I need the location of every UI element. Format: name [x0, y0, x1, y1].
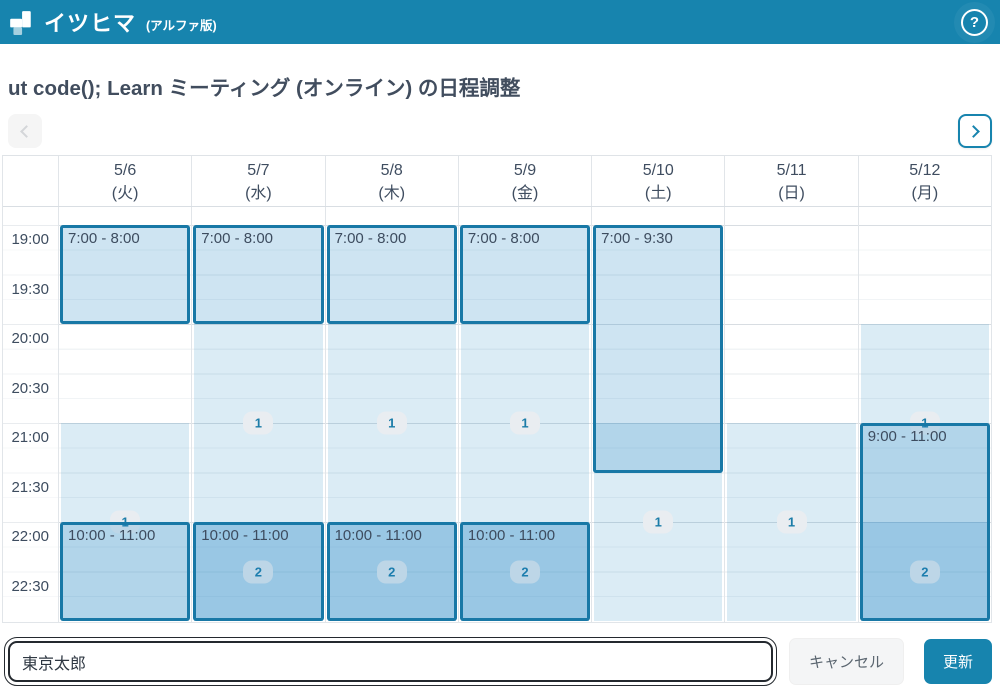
selected-time-block[interactable]: 10:00 - 11:00 — [460, 522, 590, 621]
time-label: 19:30 — [11, 278, 49, 302]
day-date: 5/11 — [725, 159, 857, 182]
day-column[interactable]: 127:00 - 8:0010:00 - 11:00 — [458, 207, 591, 622]
schedule-grid: 5/6(火)5/7(水)5/8(木)5/9(金)5/10(土)5/11(日)5/… — [2, 155, 992, 623]
day-weekday: (木) — [326, 182, 458, 205]
time-block-label: 7:00 - 8:00 — [330, 228, 454, 249]
cancel-button[interactable]: キャンセル — [789, 638, 904, 685]
time-block-label: 7:00 - 8:00 — [463, 228, 587, 249]
time-block-label: 10:00 - 11:00 — [63, 525, 187, 546]
selected-time-block[interactable]: 7:00 - 9:30 — [593, 225, 723, 473]
app-name: イツヒマ — [44, 6, 136, 38]
day-header: 5/6(火) — [58, 156, 191, 206]
time-label: 22:30 — [11, 575, 49, 599]
time-block-label: 7:00 - 8:00 — [63, 228, 187, 249]
availability-count-badge: 1 — [777, 511, 807, 534]
day-date: 5/7 — [192, 159, 324, 182]
day-header: 5/12(月) — [858, 156, 991, 206]
day-header: 5/11(日) — [724, 156, 857, 206]
selected-time-block[interactable]: 7:00 - 8:00 — [460, 225, 590, 324]
day-column[interactable]: 1 7:00 - 9:30 — [591, 207, 724, 622]
time-label: 21:30 — [11, 476, 49, 500]
day-column[interactable]: 17:00 - 8:0010:00 - 11:00 — [58, 207, 191, 622]
day-header: 5/8(木) — [325, 156, 458, 206]
participant-name-input[interactable] — [8, 641, 773, 682]
day-date: 5/12 — [859, 159, 991, 182]
prev-week-button[interactable] — [8, 114, 42, 148]
day-weekday: (土) — [592, 182, 724, 205]
app-bar: イツヒマ (アルファ版) ? — [0, 0, 1000, 44]
time-block-label: 10:00 - 11:00 — [463, 525, 587, 546]
selected-time-block[interactable]: 7:00 - 8:00 — [60, 225, 190, 324]
time-label: 19:00 — [11, 228, 49, 252]
grid-header-row: 5/6(火)5/7(水)5/8(木)5/9(金)5/10(土)5/11(日)5/… — [3, 156, 991, 207]
availability-count-badge: 1 — [377, 412, 407, 435]
day-weekday: (金) — [459, 182, 591, 205]
chevron-right-icon — [967, 125, 980, 138]
selected-time-block[interactable]: 10:00 - 11:00 — [193, 522, 323, 621]
grid-body: 19:00 19:30 20:00 20:30 21:00 21:30 22:00 22:30… — [3, 207, 991, 622]
day-weekday: (水) — [192, 182, 324, 205]
day-header: 5/10(土) — [591, 156, 724, 206]
time-block-label: 10:00 - 11:00 — [330, 525, 454, 546]
time-label: 21:00 — [11, 426, 49, 450]
chevron-left-icon — [20, 125, 33, 138]
availability-count-badge: 1 — [643, 511, 673, 534]
selected-time-block[interactable]: 10:00 - 11:00 — [60, 522, 190, 621]
day-date: 5/9 — [459, 159, 591, 182]
participant-form: キャンセル 更新 — [8, 638, 992, 685]
help-button[interactable]: ? — [961, 9, 988, 36]
selected-time-block[interactable]: 7:00 - 8:00 — [193, 225, 323, 324]
selected-time-block[interactable]: 9:00 - 11:00 — [860, 423, 990, 621]
time-label: 22:00 — [11, 525, 49, 549]
availability-count-badge: 1 — [510, 412, 540, 435]
selected-time-block[interactable]: 10:00 - 11:00 — [327, 522, 457, 621]
time-label: 20:00 — [11, 327, 49, 351]
time-block-label: 7:00 - 8:00 — [196, 228, 320, 249]
day-date: 5/6 — [59, 159, 191, 182]
question-mark-icon: ? — [970, 14, 979, 31]
day-weekday: (火) — [59, 182, 191, 205]
app-logo-icon — [8, 9, 34, 35]
time-gutter: 19:00 19:30 20:00 20:30 21:00 21:30 22:00 22:30 — [3, 207, 58, 622]
day-header: 5/7(水) — [191, 156, 324, 206]
update-button[interactable]: 更新 — [924, 639, 992, 684]
availability-count-badge: 1 — [243, 412, 273, 435]
week-nav — [8, 114, 992, 148]
day-weekday: (日) — [725, 182, 857, 205]
alpha-version-badge: (アルファ版) — [146, 15, 217, 34]
day-column[interactable]: 127:00 - 8:0010:00 - 11:00 — [325, 207, 458, 622]
day-date: 5/8 — [326, 159, 458, 182]
day-header: 5/9(金) — [458, 156, 591, 206]
day-weekday: (月) — [859, 182, 991, 205]
next-week-button[interactable] — [958, 114, 992, 148]
time-block-label: 10:00 - 11:00 — [196, 525, 320, 546]
day-column[interactable]: 127:00 - 8:0010:00 - 11:00 — [191, 207, 324, 622]
day-column[interactable]: 1 — [724, 207, 857, 622]
day-column[interactable]: 129:00 - 11:00 — [858, 207, 991, 622]
page-title: ut code(); Learn ミーティング (オンライン) の日程調整 — [8, 71, 992, 101]
time-label: 20:30 — [11, 377, 49, 401]
time-block-label: 7:00 - 9:30 — [596, 228, 720, 249]
gutter-header-cell — [3, 156, 58, 206]
time-block-label: 9:00 - 11:00 — [863, 426, 987, 447]
day-date: 5/10 — [592, 159, 724, 182]
selected-time-block[interactable]: 7:00 - 8:00 — [327, 225, 457, 324]
